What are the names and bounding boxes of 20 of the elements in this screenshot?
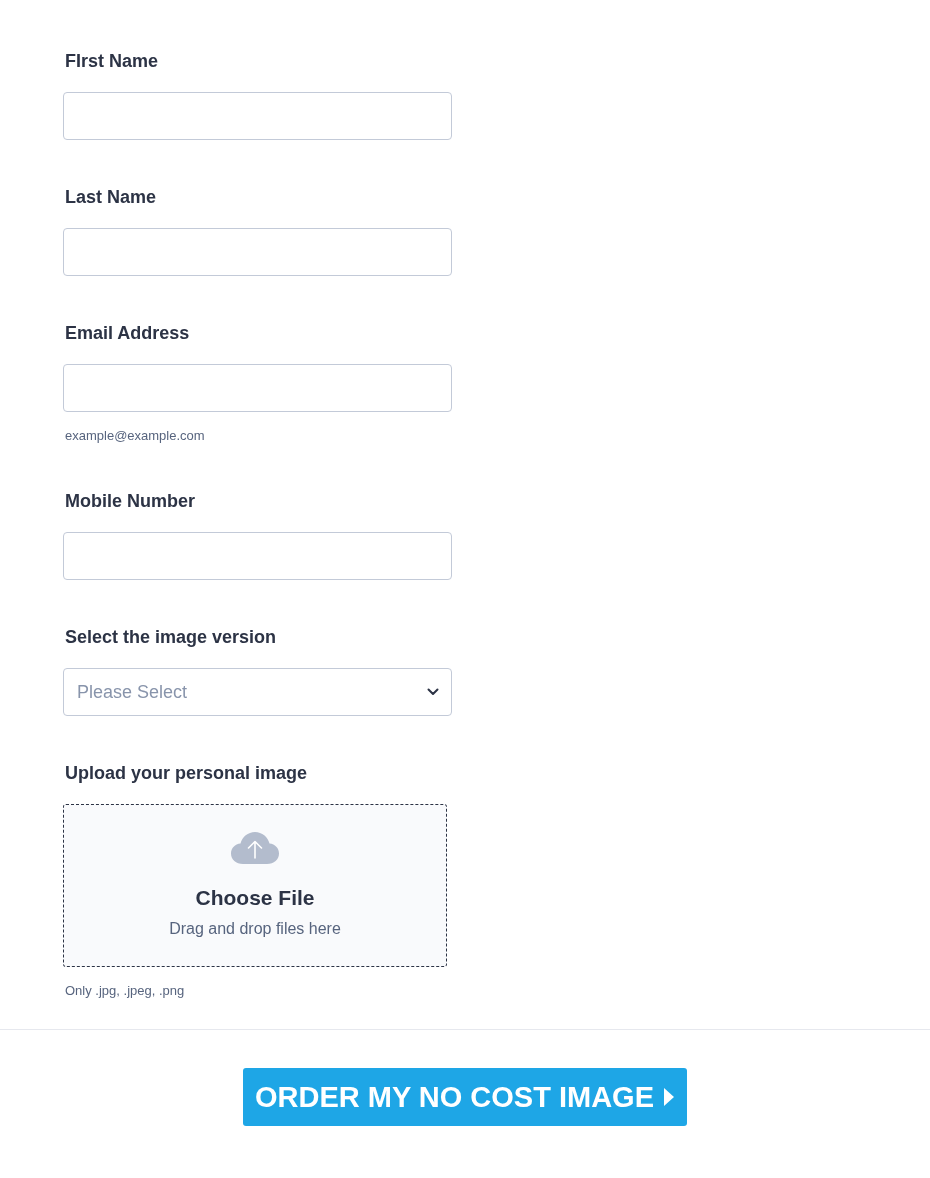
caret-icon [664,1088,675,1106]
field-label: Mobile Number [65,490,195,512]
field-label: Email Address [65,322,190,344]
text-input[interactable] [63,92,452,140]
text-input[interactable] [63,364,452,412]
field-label: Select the image version [65,626,277,648]
text-input[interactable] [63,228,452,276]
field-label: Upload your personal image [65,762,308,784]
field-label: Last Name [65,186,157,208]
field-label: FIrst Name [65,50,159,72]
drag-drop-hint: Drag and drop files here [169,919,341,939]
helper-text: example@example.com [65,428,205,444]
upload-dropzone[interactable]: Choose File Drag and drop files here [63,804,447,967]
order-button[interactable]: ORDER MY NO COST IMAGE [242,1068,688,1126]
chevron-down-icon [427,688,439,696]
helper-text: Only .jpg, .jpeg, .png [65,983,185,999]
cloud-upload-icon [231,832,279,864]
text-input[interactable] [63,532,452,580]
select-field[interactable]: Please Select [63,668,452,716]
choose-file-title: Choose File [195,885,315,911]
